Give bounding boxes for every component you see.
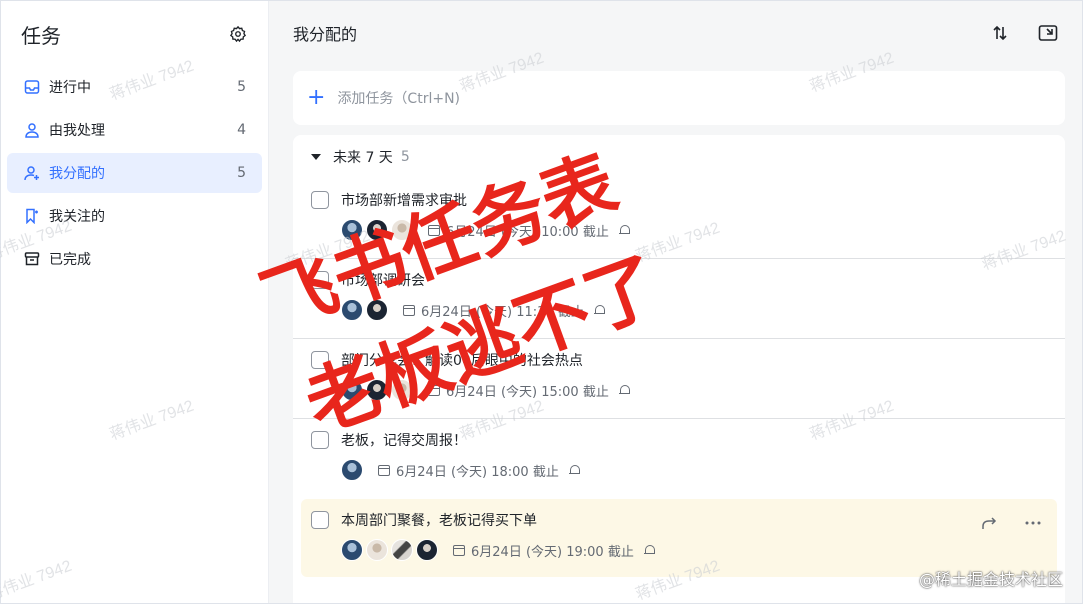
task-title: 部门分享会：解读00后眼中的社会热点 xyxy=(341,353,583,369)
add-task-input[interactable]: + 添加任务（Ctrl+N) xyxy=(293,71,1065,125)
archive-icon xyxy=(23,250,41,268)
avatar[interactable] xyxy=(341,379,363,401)
assignee-avatars xyxy=(341,219,416,241)
share-icon[interactable] xyxy=(979,513,999,533)
sort-icon[interactable] xyxy=(990,23,1010,43)
calendar-icon xyxy=(428,384,440,396)
sidebar-item-label: 进行中 xyxy=(49,80,91,96)
task-checkbox[interactable] xyxy=(311,191,329,209)
assignee-avatars xyxy=(341,299,391,321)
caret-down-icon[interactable] xyxy=(311,154,321,160)
user-add-icon xyxy=(23,164,41,182)
group-label: 未来 7 天 xyxy=(333,150,393,166)
avatar[interactable] xyxy=(341,299,363,321)
task-due: 6月24日 (今天) 11:30 截止 xyxy=(421,304,584,320)
avatar[interactable] xyxy=(366,219,388,241)
avatar[interactable] xyxy=(391,379,413,401)
task-checkbox[interactable] xyxy=(311,431,329,449)
task-checkbox[interactable] xyxy=(311,511,329,529)
sidebar-item-count: 5 xyxy=(237,165,246,181)
task-item[interactable]: 老板，记得交周报！ 6月24日 (今天) 18:00 截止 xyxy=(293,419,1065,499)
avatar[interactable] xyxy=(341,459,363,481)
source-watermark: @稀土掘金技术社区 xyxy=(918,570,1063,589)
task-due: 6月24日 (今天) 10:00 截止 xyxy=(446,224,609,240)
task-title: 本周部门聚餐，老板记得买下单 xyxy=(341,513,537,529)
sidebar-item-in-progress[interactable]: 进行中 5 xyxy=(7,67,262,107)
bell-icon xyxy=(618,384,630,396)
group-header[interactable]: 未来 7 天 5 xyxy=(293,135,1065,179)
task-actions xyxy=(979,513,1043,533)
avatar[interactable] xyxy=(366,299,388,321)
task-list: 未来 7 天 5 市场部新增需求审批 6月24日 (今天) 10:00 截止 市… xyxy=(293,135,1065,603)
inbox-icon xyxy=(23,78,41,96)
avatar[interactable] xyxy=(416,539,438,561)
calendar-icon xyxy=(453,544,465,556)
plus-icon: + xyxy=(307,85,326,110)
sidebar-item-count: 5 xyxy=(237,79,246,95)
sidebar-item-label: 已完成 xyxy=(49,252,91,268)
assignee-avatars xyxy=(341,539,441,561)
bell-icon xyxy=(643,544,655,556)
bookmark-star-icon xyxy=(23,207,41,225)
sidebar-item-assigned-to-me[interactable]: 由我处理 4 xyxy=(7,110,262,150)
app-window: 任务 进行中 5 由我处理 4 我分配的 5 我关注的 已完成 我分配的 + 添… xyxy=(0,0,1083,604)
task-title: 市场部调研会 xyxy=(341,273,425,289)
task-due: 6月24日 (今天) 15:00 截止 xyxy=(446,384,609,400)
task-title: 老板，记得交周报！ xyxy=(341,433,467,449)
avatar[interactable] xyxy=(391,539,413,561)
task-item[interactable]: 市场部调研会 6月24日 (今天) 11:30 截止 xyxy=(293,259,1065,339)
sidebar-item-following[interactable]: 我关注的 xyxy=(7,196,262,236)
task-due: 6月24日 (今天) 19:00 截止 xyxy=(471,544,634,560)
sidebar-header: 任务 xyxy=(1,1,268,67)
sidebar-item-label: 我分配的 xyxy=(49,166,105,182)
sidebar-nav: 进行中 5 由我处理 4 我分配的 5 我关注的 已完成 xyxy=(1,67,268,279)
task-checkbox[interactable] xyxy=(311,271,329,289)
user-icon xyxy=(23,121,41,139)
task-due: 6月24日 (今天) 18:00 截止 xyxy=(396,464,559,480)
more-icon[interactable] xyxy=(1023,513,1043,533)
assignee-avatars xyxy=(341,379,416,401)
task-item[interactable]: 部门分享会：解读00后眼中的社会热点 6月24日 (今天) 15:00 截止 xyxy=(293,339,1065,419)
group-count: 5 xyxy=(400,149,410,165)
calendar-icon xyxy=(403,304,415,316)
page-title: 我分配的 xyxy=(293,25,358,44)
calendar-icon xyxy=(428,224,440,236)
calendar-icon xyxy=(378,464,390,476)
main-header: 我分配的 xyxy=(269,1,1082,65)
avatar[interactable] xyxy=(391,219,413,241)
main-panel: 我分配的 + 添加任务（Ctrl+N) 未来 7 天 5 市场部新增需求审批 6… xyxy=(269,1,1082,603)
assignee-avatars xyxy=(341,459,366,481)
avatar[interactable] xyxy=(366,379,388,401)
avatar[interactable] xyxy=(366,539,388,561)
task-checkbox[interactable] xyxy=(311,351,329,369)
add-task-placeholder: 添加任务（Ctrl+N) xyxy=(337,91,461,107)
bell-icon xyxy=(593,304,605,316)
sidebar-title: 任务 xyxy=(21,23,61,48)
sidebar-item-label: 由我处理 xyxy=(49,123,105,139)
avatar[interactable] xyxy=(341,539,363,561)
sidebar-item-label: 我关注的 xyxy=(49,209,105,225)
avatar[interactable] xyxy=(341,219,363,241)
sidebar-item-count: 4 xyxy=(237,122,246,138)
bell-icon xyxy=(568,464,580,476)
bell-icon xyxy=(618,224,630,236)
sidebar: 任务 进行中 5 由我处理 4 我分配的 5 我关注的 已完成 xyxy=(1,1,269,603)
task-title: 市场部新增需求审批 xyxy=(341,193,467,209)
collapse-panel-icon[interactable] xyxy=(1038,23,1058,43)
sidebar-item-assigned-by-me[interactable]: 我分配的 5 xyxy=(7,153,262,193)
gear-icon[interactable] xyxy=(228,24,248,44)
header-actions xyxy=(990,23,1058,43)
sidebar-item-completed[interactable]: 已完成 xyxy=(7,239,262,279)
task-item[interactable]: 市场部新增需求审批 6月24日 (今天) 10:00 截止 xyxy=(293,179,1065,259)
